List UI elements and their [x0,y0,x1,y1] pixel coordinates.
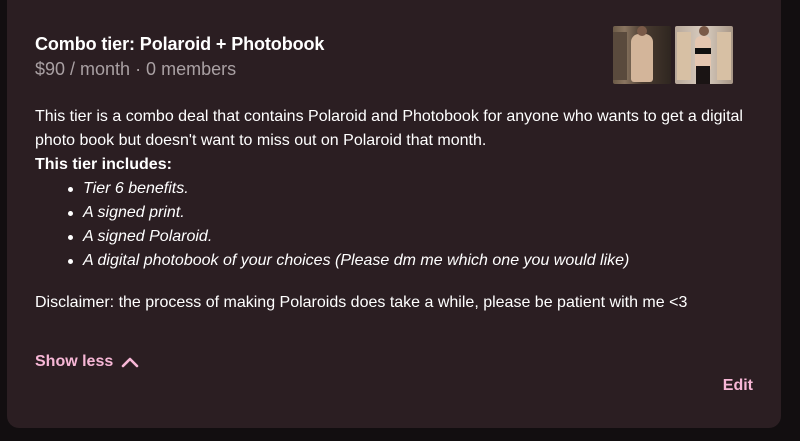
includes-heading: This tier includes: [35,156,172,173]
edit-button[interactable]: Edit [723,377,753,395]
photo-figure [631,34,653,82]
tier-intro: This tier is a combo deal that contains … [35,108,743,149]
benefit-item: A signed Polaroid. [68,225,755,249]
photo-detail [717,32,731,80]
photo-figure-head [699,26,709,36]
benefit-item: A signed print. [68,201,755,225]
photo-detail [696,66,710,84]
chevron-up-icon [121,357,139,368]
show-less-label: Show less [35,353,114,370]
tier-thumbnails [613,26,733,84]
benefit-item: A digital photobook of your choices (Ple… [68,249,755,273]
photo-detail [695,48,711,54]
show-less-button[interactable]: Show less [35,353,139,371]
tier-photo-1[interactable] [613,26,671,84]
photo-detail [613,32,627,80]
tier-title: Combo tier: Polaroid + Photobook [35,34,325,54]
photo-figure-head [637,26,647,36]
tier-description: This tier is a combo deal that contains … [35,105,755,273]
disclaimer-text: Disclaimer: the process of making Polaro… [35,294,688,311]
benefits-list: Tier 6 benefits. A signed print. A signe… [35,177,755,273]
tier-card: Combo tier: Polaroid + Photobook $90 / m… [7,0,781,428]
photo-detail [677,32,691,80]
tier-photo-2[interactable] [675,26,733,84]
tier-price-members: $90 / month · 0 members [35,59,237,79]
benefit-item: Tier 6 benefits. [68,177,755,201]
